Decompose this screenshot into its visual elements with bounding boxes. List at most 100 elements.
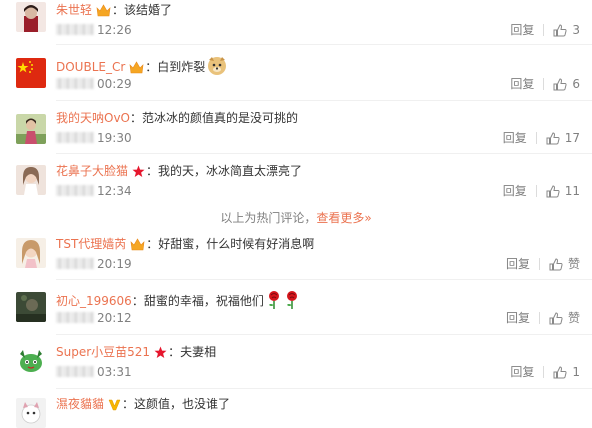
comment-text: 这颜值，也没谁了	[134, 397, 231, 411]
like-count: 赞	[567, 257, 580, 271]
comment-meta: 19:30	[56, 130, 132, 146]
comment-time: 12:34	[97, 184, 132, 198]
reply-button[interactable]: 回复	[503, 184, 527, 198]
comment-time: 20:19	[97, 257, 132, 271]
colon-separator: ：	[131, 294, 144, 308]
action-divider	[535, 185, 537, 197]
avatar[interactable]	[16, 114, 46, 144]
comment-meta: 12:26	[56, 22, 132, 38]
comment-actions: 回复 3	[510, 22, 580, 38]
reply-button[interactable]: 回复	[506, 257, 530, 271]
like-count: 17	[564, 131, 580, 145]
like-count: 3	[572, 23, 580, 37]
like-count: 11	[564, 184, 580, 198]
reply-button[interactable]: 回复	[503, 131, 527, 145]
action-divider	[535, 132, 537, 144]
blurred-date	[56, 366, 94, 377]
action-divider	[543, 366, 545, 378]
username-link[interactable]: Super小豆苗521	[56, 345, 150, 359]
username-link[interactable]: 朱世轻	[56, 3, 92, 17]
doge-emoji-icon	[207, 56, 227, 80]
like-count: 1	[572, 365, 580, 379]
hot-comments-notice: 以上为热门评论，查看更多»	[0, 210, 592, 226]
comment-meta: 12:34	[56, 183, 132, 199]
username-link[interactable]: 濕夜貓貓	[56, 397, 104, 411]
colon-separator: ：	[146, 164, 159, 178]
action-divider	[543, 24, 545, 36]
avatar[interactable]	[16, 346, 46, 376]
comment-text: 范冰冰的颜值真的是没可挑的	[142, 111, 299, 125]
avatar[interactable]	[16, 398, 46, 428]
avatar[interactable]	[16, 292, 46, 322]
like-button[interactable]: 赞	[549, 311, 580, 325]
like-button[interactable]: 17	[546, 131, 580, 145]
like-button[interactable]: 3	[553, 23, 580, 37]
blurred-date	[56, 312, 94, 323]
username-link[interactable]: 我的天呐OvO	[56, 111, 130, 125]
comment-divider	[56, 100, 592, 101]
blurred-date	[56, 258, 94, 269]
comment-divider	[56, 44, 592, 45]
rose-icon	[284, 290, 300, 314]
blurred-date	[56, 78, 94, 89]
comment-time: 03:31	[97, 365, 132, 379]
blurred-date	[56, 24, 94, 35]
yellow-v-icon	[108, 398, 121, 415]
avatar[interactable]	[16, 238, 46, 268]
view-more-link[interactable]: 查看更多»	[316, 211, 371, 225]
red-star-icon	[132, 165, 145, 182]
like-button[interactable]: 赞	[549, 257, 580, 271]
comment-actions: 回复 17	[503, 130, 580, 146]
colon-separator: ：	[146, 237, 159, 251]
username-link[interactable]: 花鼻子大脸猫	[56, 164, 128, 178]
colon-separator: ：	[112, 3, 125, 17]
comment-meta: 20:12	[56, 310, 132, 326]
comment-actions: 回复 赞	[506, 310, 580, 326]
thumbs-up-icon	[549, 312, 563, 325]
like-button[interactable]: 6	[553, 77, 580, 91]
avatar[interactable]	[16, 58, 46, 88]
reply-button[interactable]: 回复	[510, 77, 534, 91]
comment-time: 12:26	[97, 23, 132, 37]
thumbs-up-icon	[553, 24, 567, 37]
red-star-icon	[154, 346, 167, 363]
avatar[interactable]	[16, 165, 46, 195]
reply-button[interactable]: 回复	[506, 311, 530, 325]
comment-text: 我的天，冰冰简直太漂亮了	[158, 164, 303, 178]
comment-text: 甜蜜的幸福，祝福他们	[143, 294, 264, 308]
comment-meta: 00:29	[56, 76, 132, 92]
comment-text: 夫妻相	[180, 345, 217, 359]
action-divider	[538, 312, 540, 324]
username-link[interactable]: DOUBLE_Cr	[56, 60, 125, 74]
comment-text: 好甜蜜，什么时候有好消息啊	[158, 237, 315, 251]
like-button[interactable]: 11	[546, 184, 580, 198]
thumbs-up-icon	[553, 78, 567, 91]
thumbs-up-icon	[546, 132, 560, 145]
comment-actions: 回复 6	[510, 76, 580, 92]
like-button[interactable]: 1	[553, 365, 580, 379]
comment-divider	[56, 334, 592, 335]
comment-actions: 回复 11	[503, 183, 580, 199]
colon-separator: ：	[122, 397, 135, 411]
thumbs-up-icon	[553, 366, 567, 379]
reply-button[interactable]: 回复	[510, 365, 534, 379]
username-link[interactable]: 初心_199606	[56, 294, 132, 308]
action-divider	[538, 258, 540, 270]
avatar[interactable]	[16, 2, 46, 32]
comment-time: 00:29	[97, 77, 132, 91]
thumbs-up-icon	[549, 258, 563, 271]
like-count: 6	[572, 77, 580, 91]
thumbs-up-icon	[546, 185, 560, 198]
username-link[interactable]: TST代理嫱芮	[56, 237, 126, 251]
reply-button[interactable]: 回复	[510, 23, 534, 37]
colon-separator: ：	[168, 345, 181, 359]
comment-text: 白到炸裂	[157, 60, 206, 74]
comment-time: 19:30	[97, 131, 132, 145]
blurred-date	[56, 185, 94, 196]
comment-actions: 回复 1	[510, 364, 580, 380]
like-count: 赞	[567, 311, 580, 325]
action-divider	[543, 78, 545, 90]
blurred-date	[56, 132, 94, 143]
colon-separator: ：	[145, 60, 158, 74]
comment-meta: 03:31	[56, 364, 132, 380]
